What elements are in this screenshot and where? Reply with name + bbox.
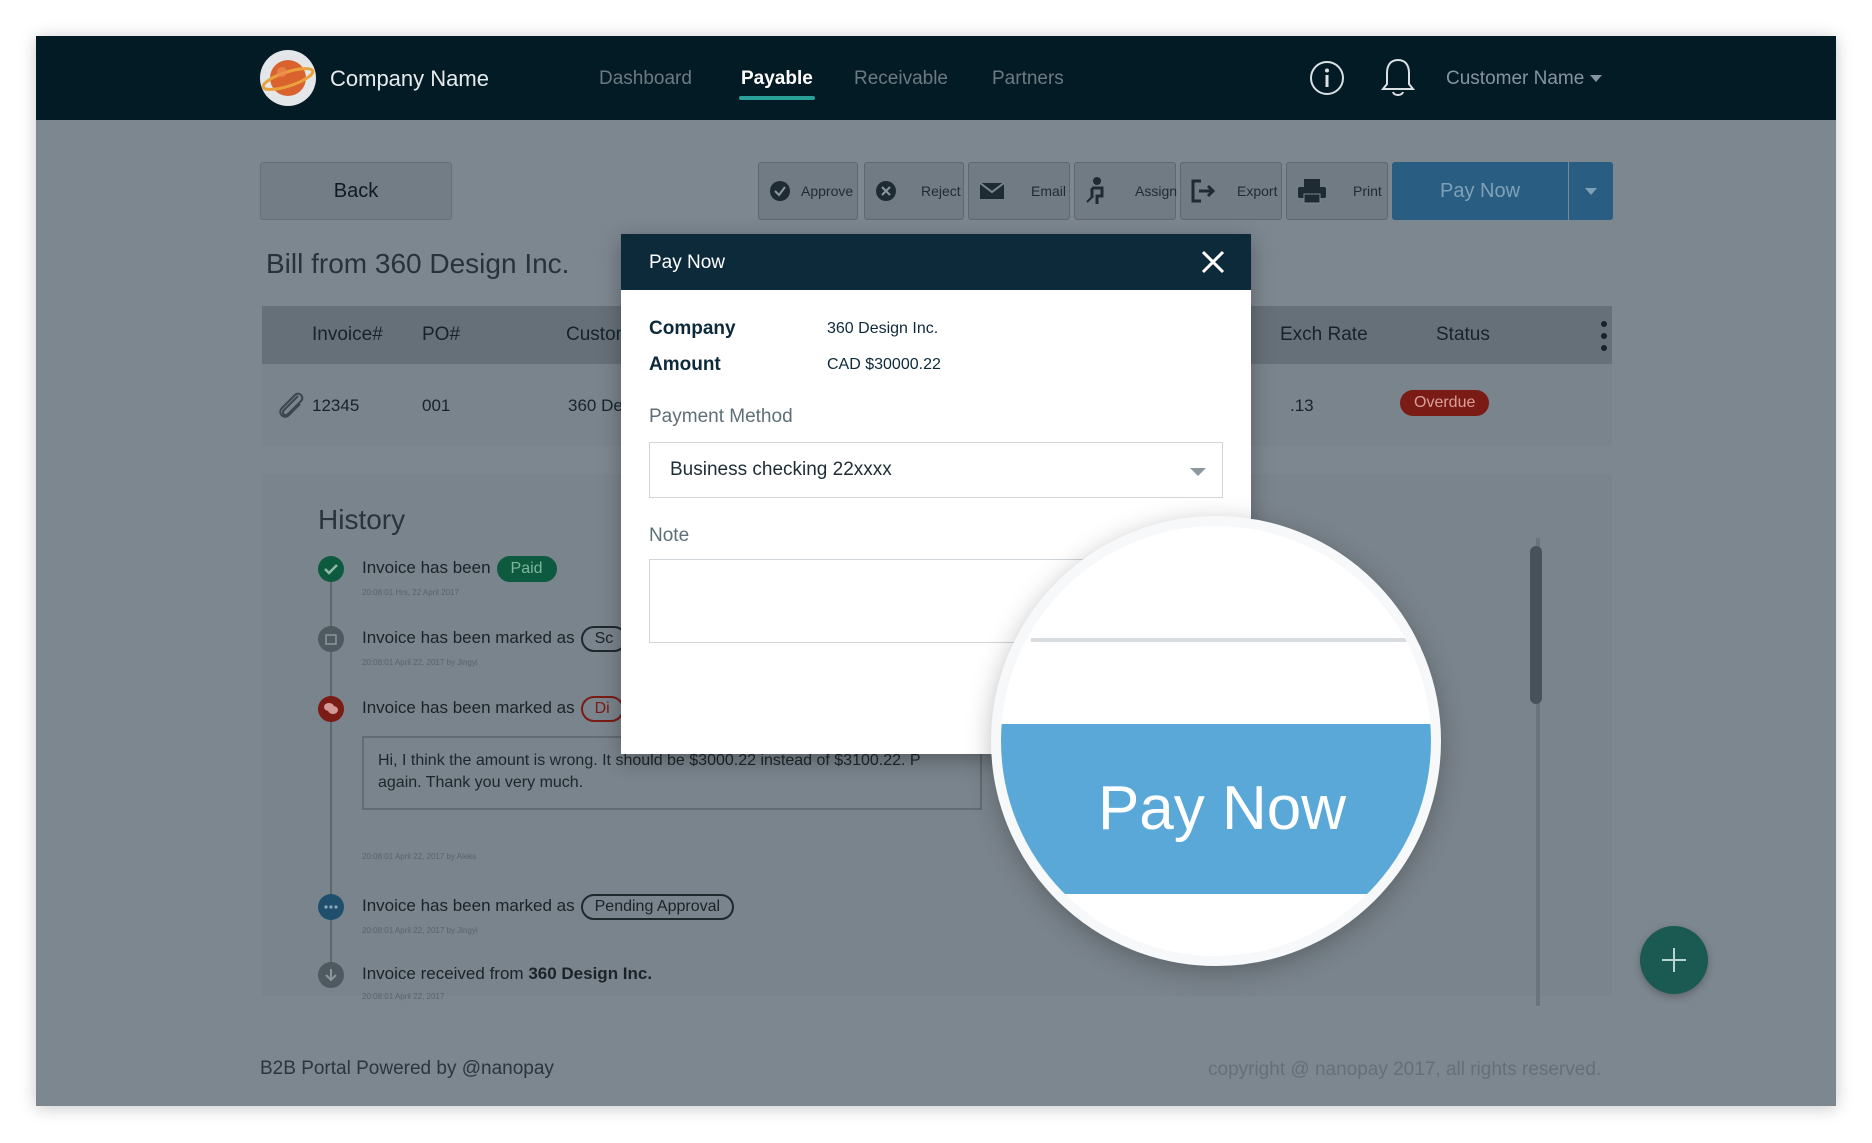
paperclip-icon[interactable] (276, 390, 306, 422)
assign-label: Assign (1135, 183, 1178, 199)
modal-title: Pay Now (649, 252, 726, 273)
arrow-down-icon (318, 962, 344, 988)
assign-person-icon (1086, 177, 1104, 204)
pay-now-dropdown[interactable] (1569, 162, 1613, 220)
modal-header: Pay Now (621, 234, 1251, 290)
nav-payable[interactable]: Payable (741, 68, 813, 90)
status-pill: Paid (496, 556, 557, 582)
payment-method-value: Business checking 22xxxx (670, 459, 892, 480)
note-label: Note (649, 525, 690, 546)
top-nav: Company Name Dashboard Payable Receivabl… (36, 36, 1836, 120)
export-icon (1191, 179, 1216, 203)
event-text: Invoice has been marked as (362, 896, 575, 915)
nav-dashboard[interactable]: Dashboard (599, 68, 692, 90)
user-menu[interactable]: Customer Name (1446, 68, 1603, 90)
nav-partners[interactable]: Partners (992, 68, 1064, 90)
email-button[interactable]: Email (968, 162, 1070, 220)
event-text: Invoice has been marked as (362, 698, 575, 717)
event-meta: 20:08:01 April 22, 2017 by Jingyi (362, 658, 478, 667)
magnifier-callout: Pay Now (991, 516, 1441, 966)
envelope-icon (979, 182, 1005, 199)
payment-method-label: Payment Method (649, 406, 793, 427)
back-button[interactable]: Back (260, 162, 452, 220)
calendar-icon (318, 626, 344, 652)
status-pill: Di (580, 696, 624, 722)
more-vertical-icon[interactable] (1600, 320, 1608, 352)
close-icon[interactable] (1199, 248, 1227, 276)
dispute-chat-icon (318, 696, 344, 722)
check-icon (318, 556, 344, 582)
event-meta: 20:08:01 Hrs, 22 April 2017 (362, 588, 459, 597)
print-button[interactable]: Print (1286, 162, 1388, 220)
bell-icon[interactable] (1378, 56, 1418, 100)
add-button[interactable] (1640, 926, 1708, 994)
bill-title: Bill from 360 Design Inc. (266, 248, 570, 279)
check-circle-icon (770, 181, 790, 201)
active-tab-indicator (739, 96, 815, 100)
cell-invoice: 12345 (312, 396, 360, 415)
event-text: Invoice has been (362, 558, 491, 577)
approve-label: Approve (801, 183, 854, 199)
col-status[interactable]: Status (1436, 324, 1490, 346)
divider (1031, 638, 1431, 642)
company-name: Company Name (330, 66, 489, 91)
export-label: Export (1237, 183, 1278, 199)
event-meta: 20:08:01 April 22, 2017 by Jingyi (362, 926, 478, 935)
history-event: Invoice received from 360 Design Inc. (362, 964, 652, 984)
event-text: Invoice received from (362, 964, 524, 983)
event-meta: 20:08:01 April 22, 2017 by Aleks (362, 852, 477, 861)
pay-now-button[interactable]: Pay Now (1392, 162, 1568, 220)
history-title: History (318, 504, 406, 535)
info-icon[interactable] (1309, 60, 1345, 96)
cell-po: 001 (422, 396, 451, 415)
history-event: Invoice has been marked as Di (362, 696, 624, 722)
amount-value: CAD $30000.22 (827, 356, 941, 373)
chevron-down-icon (1585, 188, 1597, 195)
event-meta: 20:08:01 April 22, 2017 (362, 992, 445, 1001)
cell-exch-rate: .13 (1290, 396, 1314, 415)
company-logo[interactable] (260, 50, 316, 106)
approve-button[interactable]: Approve (758, 162, 858, 220)
status-badge: Overdue (1400, 390, 1490, 416)
footer-copyright: copyright @ nanopay 2017, all rights res… (1208, 1059, 1602, 1080)
col-po[interactable]: PO# (422, 324, 460, 346)
assign-button[interactable]: Assign (1074, 162, 1178, 220)
chevron-down-icon (1190, 468, 1206, 476)
chevron-down-icon (1590, 75, 1603, 83)
reject-button[interactable]: Reject (864, 162, 964, 220)
user-name: Customer Name (1446, 68, 1585, 89)
printer-icon (1298, 179, 1326, 204)
event-text: Invoice has been marked as (362, 628, 575, 647)
col-exch-rate[interactable]: Exch Rate (1280, 324, 1368, 346)
history-event: Invoice has been marked as Pending Approv… (362, 894, 735, 920)
reject-label: Reject (921, 183, 961, 199)
app-window: Company Name Dashboard Payable Receivabl… (36, 36, 1836, 1106)
pay-now-confirm-button[interactable]: Pay Now (1001, 724, 1431, 894)
amount-label: Amount (649, 354, 721, 375)
status-pill: Pending Approval (580, 894, 735, 920)
history-event: Invoice has been Paid (362, 556, 557, 582)
event-company: 360 Design Inc. (528, 964, 653, 983)
col-invoice[interactable]: Invoice# (312, 324, 383, 346)
footer-powered-by: B2B Portal Powered by @nanopay (260, 1058, 554, 1079)
export-button[interactable]: Export (1180, 162, 1282, 220)
more-horizontal-icon (318, 894, 344, 920)
x-circle-icon (876, 181, 896, 201)
history-event: Invoice has been marked as Sc (362, 626, 628, 652)
history-scrollbar-thumb[interactable] (1530, 546, 1542, 704)
company-label: Company (649, 318, 736, 339)
nav-receivable[interactable]: Receivable (854, 68, 948, 90)
company-value: 360 Design Inc. (827, 320, 939, 337)
email-label: Email (1031, 183, 1067, 199)
payment-method-select[interactable]: Business checking 22xxxx (649, 442, 1223, 498)
print-label: Print (1353, 183, 1382, 199)
